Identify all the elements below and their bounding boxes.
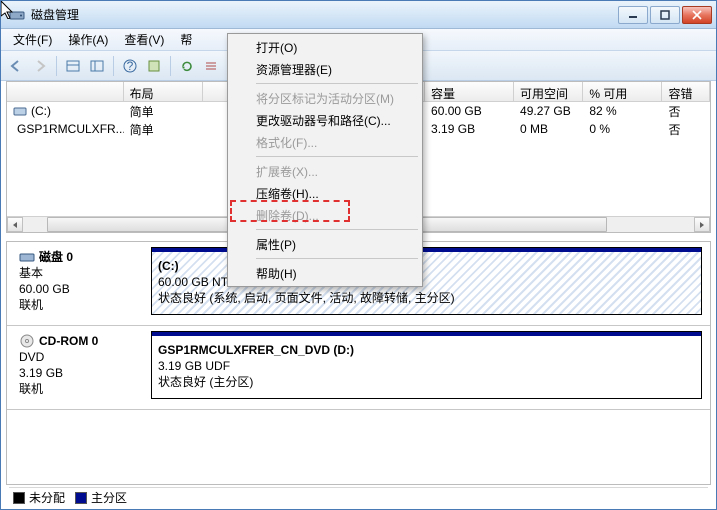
col-free[interactable]: 可用空间 bbox=[514, 82, 583, 101]
col-ft[interactable]: 容错 bbox=[662, 82, 710, 101]
context-menu: 打开(O) 资源管理器(E) 将分区标记为活动分区(M) 更改驱动器号和路径(C… bbox=[227, 33, 423, 287]
disk-info[interactable]: CD-ROM 0 DVD 3.19 GB 联机 bbox=[15, 331, 145, 399]
menu-properties[interactable]: 属性(P) bbox=[230, 233, 420, 255]
col-pct[interactable]: % 可用 bbox=[583, 82, 662, 101]
col-volume[interactable] bbox=[7, 82, 124, 101]
disk-info[interactable]: 磁盘 0 基本 60.00 GB 联机 bbox=[15, 247, 145, 315]
minimize-button[interactable] bbox=[618, 6, 648, 24]
disk-management-window: 磁盘管理 文件(F) 操作(A) 查看(V) 帮 ? 布局 容量 bbox=[0, 0, 717, 510]
menu-open[interactable]: 打开(O) bbox=[230, 36, 420, 58]
titlebar[interactable]: 磁盘管理 bbox=[1, 1, 716, 29]
toolbar-help-icon[interactable]: ? bbox=[119, 55, 141, 77]
mouse-cursor bbox=[1, 1, 19, 19]
toolbar-back[interactable] bbox=[5, 55, 27, 77]
legend-swatch-unallocated bbox=[13, 492, 25, 504]
menu-help[interactable]: 帮 bbox=[172, 29, 200, 50]
legend: 未分配 主分区 bbox=[9, 487, 708, 507]
maximize-button[interactable] bbox=[650, 6, 680, 24]
menu-shrink[interactable]: 压缩卷(H)... bbox=[230, 182, 420, 204]
close-button[interactable] bbox=[682, 6, 712, 24]
legend-swatch-primary bbox=[75, 492, 87, 504]
scroll-right-button[interactable] bbox=[694, 217, 710, 232]
drive-icon bbox=[13, 104, 27, 118]
svg-text:?: ? bbox=[127, 59, 134, 73]
menu-format: 格式化(F)... bbox=[230, 131, 420, 153]
menu-view[interactable]: 查看(V) bbox=[116, 29, 172, 50]
toolbar-view2[interactable] bbox=[86, 55, 108, 77]
toolbar-refresh-icon[interactable] bbox=[176, 55, 198, 77]
disk-row: CD-ROM 0 DVD 3.19 GB 联机 GSP1RMCULXFRER_C… bbox=[7, 326, 710, 410]
scroll-left-button[interactable] bbox=[7, 217, 23, 232]
menu-help[interactable]: 帮助(H) bbox=[230, 262, 420, 284]
menu-file[interactable]: 文件(F) bbox=[5, 29, 60, 50]
hdd-icon bbox=[19, 249, 35, 265]
menu-mark-active: 将分区标记为活动分区(M) bbox=[230, 87, 420, 109]
menu-explorer[interactable]: 资源管理器(E) bbox=[230, 58, 420, 80]
col-capacity[interactable]: 容量 bbox=[425, 82, 514, 101]
toolbar-forward[interactable] bbox=[29, 55, 51, 77]
col-layout[interactable]: 布局 bbox=[124, 82, 203, 101]
toolbar-list-icon[interactable] bbox=[200, 55, 222, 77]
cdrom-icon bbox=[19, 333, 35, 349]
toolbar-view1[interactable] bbox=[62, 55, 84, 77]
partition-block[interactable]: GSP1RMCULXFRER_CN_DVD (D:) 3.19 GB UDF 状… bbox=[151, 331, 702, 399]
menu-change-path[interactable]: 更改驱动器号和路径(C)... bbox=[230, 109, 420, 131]
menu-action[interactable]: 操作(A) bbox=[60, 29, 116, 50]
menu-extend: 扩展卷(X)... bbox=[230, 160, 420, 182]
window-title: 磁盘管理 bbox=[31, 6, 618, 23]
toolbar-props-icon[interactable] bbox=[143, 55, 165, 77]
menu-delete: 删除卷(D)... bbox=[230, 204, 420, 226]
